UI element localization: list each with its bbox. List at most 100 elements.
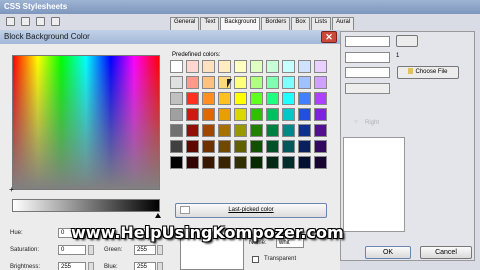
- color-swatch[interactable]: [186, 60, 199, 73]
- color-swatch[interactable]: [298, 156, 311, 169]
- repeat-select[interactable]: [345, 83, 390, 94]
- color-swatch[interactable]: [234, 140, 247, 153]
- color-field[interactable]: [345, 36, 390, 47]
- new-icon[interactable]: [6, 17, 15, 26]
- color-swatch[interactable]: [186, 92, 199, 105]
- open-icon[interactable]: [21, 17, 30, 26]
- tab-box[interactable]: Box: [291, 17, 310, 30]
- saturation-input[interactable]: 0: [58, 245, 86, 255]
- color-swatch[interactable]: [170, 140, 183, 153]
- color-swatch[interactable]: [298, 76, 311, 89]
- cancel-button[interactable]: Cancel: [420, 246, 472, 259]
- color-swatch[interactable]: [314, 108, 327, 121]
- color-swatch[interactable]: [250, 108, 263, 121]
- tab-borders[interactable]: Borders: [261, 17, 291, 30]
- edit-icon[interactable]: [36, 17, 45, 26]
- color-swatch[interactable]: [170, 76, 183, 89]
- color-swatch[interactable]: [250, 124, 263, 137]
- color-swatch[interactable]: [218, 140, 231, 153]
- color-swatch[interactable]: [250, 156, 263, 169]
- color-swatch[interactable]: [282, 92, 295, 105]
- color-swatch[interactable]: [266, 124, 279, 137]
- color-swatch[interactable]: [170, 108, 183, 121]
- color-swatch[interactable]: [298, 60, 311, 73]
- image-field[interactable]: [345, 52, 390, 63]
- last-picked-color-button[interactable]: Last-picked color: [175, 203, 327, 218]
- color-swatch[interactable]: [218, 156, 231, 169]
- green-spinner[interactable]: [157, 245, 163, 255]
- color-swatch[interactable]: [282, 108, 295, 121]
- color-swatch[interactable]: [298, 108, 311, 121]
- color-swatch[interactable]: [266, 140, 279, 153]
- color-swatch[interactable]: [202, 140, 215, 153]
- color-swatch[interactable]: [266, 76, 279, 89]
- color-swatch[interactable]: [202, 76, 215, 89]
- color-swatch[interactable]: [186, 140, 199, 153]
- color-swatch[interactable]: [250, 60, 263, 73]
- color-swatch[interactable]: [298, 92, 311, 105]
- color-swatch[interactable]: [218, 108, 231, 121]
- tab-aural[interactable]: Aural: [332, 17, 355, 30]
- color-swatch[interactable]: [234, 108, 247, 121]
- brightness-spinner[interactable]: [88, 262, 94, 270]
- color-swatch[interactable]: [218, 124, 231, 137]
- brightness-marker-icon[interactable]: [155, 213, 161, 218]
- color-swatch[interactable]: [170, 60, 183, 73]
- color-swatch[interactable]: [234, 156, 247, 169]
- blue-input[interactable]: 255: [134, 262, 156, 270]
- color-swatch[interactable]: [314, 140, 327, 153]
- ok-button[interactable]: OK: [365, 246, 411, 259]
- color-swatch[interactable]: [186, 76, 199, 89]
- color-swatch[interactable]: [298, 140, 311, 153]
- color-swatch[interactable]: [282, 60, 295, 73]
- choose-file-button[interactable]: Choose File: [397, 66, 459, 79]
- color-swatch[interactable]: [266, 60, 279, 73]
- right-radio-icon[interactable]: ○: [354, 119, 358, 125]
- delete-icon[interactable]: [51, 17, 60, 26]
- green-input[interactable]: 255: [134, 245, 156, 255]
- color-swatch[interactable]: [234, 92, 247, 105]
- color-swatch[interactable]: [250, 92, 263, 105]
- url-field[interactable]: [345, 67, 390, 78]
- color-swatch[interactable]: [170, 92, 183, 105]
- color-swatch[interactable]: [202, 156, 215, 169]
- color-swatch[interactable]: [250, 76, 263, 89]
- color-swatch[interactable]: [186, 108, 199, 121]
- blue-spinner[interactable]: [157, 262, 163, 270]
- color-swatch[interactable]: [282, 76, 295, 89]
- color-swatch[interactable]: [298, 124, 311, 137]
- color-swatch[interactable]: [234, 76, 247, 89]
- color-swatch[interactable]: [282, 156, 295, 169]
- color-swatch[interactable]: [202, 92, 215, 105]
- color-swatch[interactable]: [202, 124, 215, 137]
- color-swatch[interactable]: [282, 124, 295, 137]
- color-swatch[interactable]: [218, 60, 231, 73]
- color-swatch[interactable]: [314, 60, 327, 73]
- tab-general[interactable]: General: [170, 17, 200, 30]
- close-button[interactable]: ✕: [321, 31, 337, 43]
- tab-text[interactable]: Text: [200, 17, 220, 30]
- color-swatch[interactable]: [314, 76, 327, 89]
- color-swatch[interactable]: [202, 108, 215, 121]
- brightness-input[interactable]: 255: [58, 262, 86, 270]
- transparent-checkbox[interactable]: [252, 256, 259, 263]
- color-swatch[interactable]: [314, 92, 327, 105]
- color-swatch[interactable]: [266, 156, 279, 169]
- color-swatch[interactable]: [282, 140, 295, 153]
- brightness-bar[interactable]: [12, 199, 160, 212]
- color-swatch[interactable]: [234, 124, 247, 137]
- color-swatch[interactable]: [314, 156, 327, 169]
- color-swatch[interactable]: [186, 124, 199, 137]
- color-spectrum[interactable]: [12, 55, 160, 190]
- color-swatch[interactable]: [314, 124, 327, 137]
- color-swatch[interactable]: [234, 60, 247, 73]
- color-swatch[interactable]: [250, 140, 263, 153]
- saturation-spinner[interactable]: [88, 245, 94, 255]
- tab-lists[interactable]: Lists: [310, 17, 332, 30]
- color-swatch[interactable]: [186, 156, 199, 169]
- color-swatch[interactable]: [170, 124, 183, 137]
- tab-background[interactable]: Background: [220, 17, 261, 30]
- color-picker-button[interactable]: [396, 35, 418, 47]
- color-swatch[interactable]: [202, 60, 215, 73]
- color-swatch[interactable]: [266, 108, 279, 121]
